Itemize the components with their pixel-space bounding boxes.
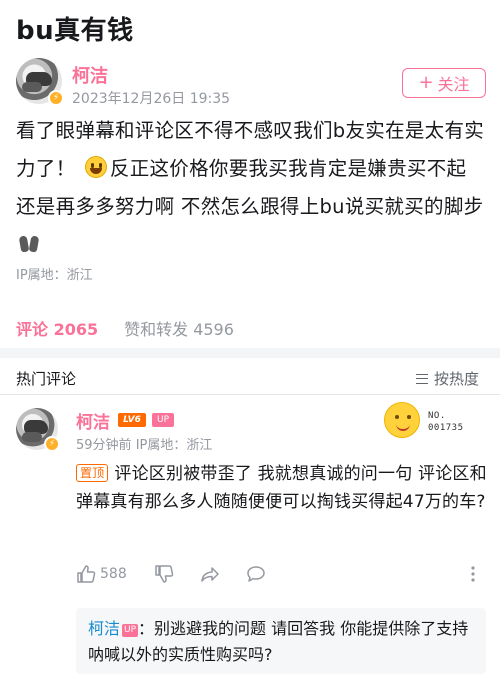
smile-emoji-icon [84,156,107,178]
like-button[interactable]: 588 [76,564,127,584]
post-timestamp: 2023年12月26日 19:35 [72,91,231,107]
verified-badge-icon: ⚡ [48,90,64,106]
follow-button[interactable]: + 关注 [402,68,486,98]
sort-icon [416,373,428,384]
author-avatar[interactable]: ⚡ [16,58,64,106]
comment-text: 置顶 评论区别被带歪了 我就想真诚的问一句 评论区和弹幕真有那么多人随随便便可以掏… [76,460,490,516]
post-content: 看了眼弹幕和评论区不得不感叹我们b友实在是太有实力了！ 反正这价格你要我买我肯定… [16,112,486,264]
post-tabs: 评论 2065 赞和转发 4596 [16,316,234,340]
up-badge: UP [152,413,174,427]
follow-label: 关注 [437,75,470,94]
comment-author-avatar[interactable]: ⚡ [16,408,60,452]
share-button[interactable] [200,564,220,584]
section-divider [0,348,500,358]
comment-author-name[interactable]: 柯洁 [76,408,110,433]
comment-body: 评论区别被带歪了 我就想真诚的问一句 评论区和弹幕真有那么多人随随便便可以掏钱买… [76,464,487,512]
fan-badge-smiley-icon [384,402,420,438]
tab-comments[interactable]: 评论 2065 [16,316,98,340]
more-vertical-icon [471,566,475,582]
reply-text: ：别逃避我的问题 请回答我 你能提供除了支持呐喊以外的实质性购买吗? [88,619,469,664]
pinned-badge: 置顶 [76,464,109,482]
comment-actions: 588 [76,564,486,588]
reply-button[interactable] [246,564,266,584]
dislike-button[interactable] [154,564,174,584]
level-badge: LV6 [118,413,146,427]
thumbs-up-icon [77,565,96,583]
divider-line [0,394,500,395]
like-count: 588 [100,566,127,582]
sort-label: 按热度 [434,370,480,388]
share-icon [201,567,219,582]
author-name[interactable]: 柯洁 [72,62,108,88]
reply-up-badge: UP [122,624,139,637]
hot-comments-title: 热门评论 [16,370,77,388]
sort-by-hot-button[interactable]: 按热度 [416,368,479,389]
page-title: bu真有钱 [16,16,134,46]
post-ip-location: IP属地：浙江 [16,268,93,283]
fan-badge-number: NO. 001735 [428,411,464,433]
more-options-button[interactable] [470,564,476,584]
reply-preview[interactable]: 柯洁 UP ：别逃避我的问题 请回答我 你能提供除了支持呐喊以外的实质性购买吗? [76,608,486,674]
thumbs-down-icon [155,565,174,583]
tab-likes-reposts[interactable]: 赞和转发 4596 [124,316,234,340]
reply-author[interactable]: 柯洁 [88,619,120,638]
plus-icon: + [418,72,434,93]
comment-bubble-icon [247,566,265,582]
footprints-emoji-icon [18,234,40,254]
comment-time: 59分钟前 [76,438,132,453]
comment-ip: IP属地：浙江 [135,438,213,453]
verified-badge-icon: ⚡ [44,436,60,452]
comment-time-ip: 59分钟前 IP属地：浙江 [76,434,212,453]
